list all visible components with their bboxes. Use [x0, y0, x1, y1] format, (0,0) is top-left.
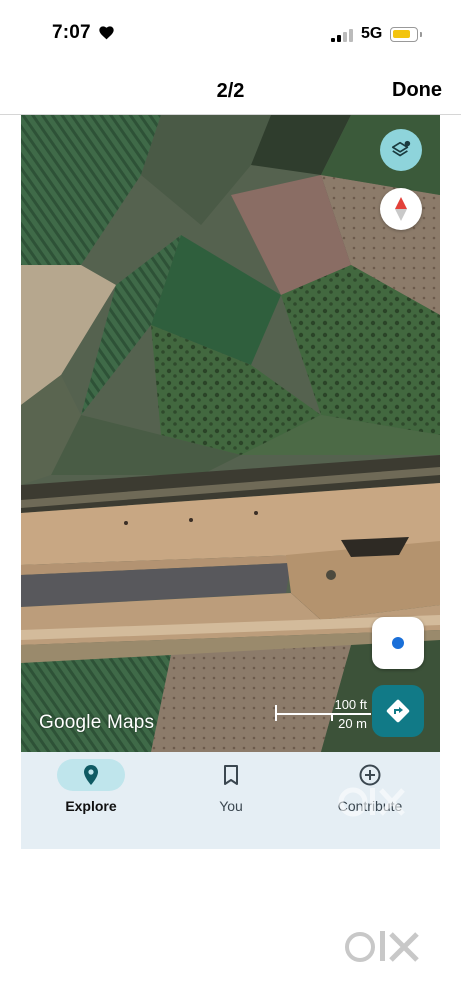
- compass-button[interactable]: [380, 188, 422, 230]
- network-type: 5G: [361, 25, 383, 42]
- status-bar: 7:07 5G: [0, 0, 461, 70]
- tab-you-label: You: [219, 798, 243, 814]
- signal-strength-icon: [331, 28, 355, 42]
- map-scale-bar: 100 ft 20 m: [275, 697, 375, 733]
- olx-watermark-logo: [338, 787, 405, 817]
- bookmark-icon: [224, 765, 238, 785]
- done-button[interactable]: Done: [392, 79, 442, 102]
- viewer-header: 2/2 Done: [0, 70, 461, 115]
- google-maps-watermark: Google Maps: [39, 712, 155, 733]
- explore-pin-icon: [84, 765, 98, 785]
- tab-you[interactable]: You: [161, 752, 301, 849]
- my-location-button[interactable]: [372, 617, 424, 669]
- olx-logo: [345, 931, 419, 962]
- tab-explore[interactable]: Explore: [21, 752, 161, 849]
- compass-icon: [395, 197, 407, 221]
- heart-icon: [99, 26, 114, 40]
- satellite-map[interactable]: Google Maps 100 ft 20 m: [21, 115, 440, 752]
- my-location-icon: [392, 637, 404, 649]
- directions-icon: [386, 699, 410, 723]
- battery-icon: [390, 27, 422, 42]
- scale-imperial: 100 ft: [334, 697, 367, 712]
- directions-button[interactable]: [372, 685, 424, 737]
- layers-icon: [391, 140, 411, 157]
- scale-metric: 20 m: [338, 716, 367, 731]
- tab-explore-label: Explore: [65, 798, 117, 814]
- status-time: 7:07: [52, 22, 91, 43]
- layers-button[interactable]: [380, 129, 422, 171]
